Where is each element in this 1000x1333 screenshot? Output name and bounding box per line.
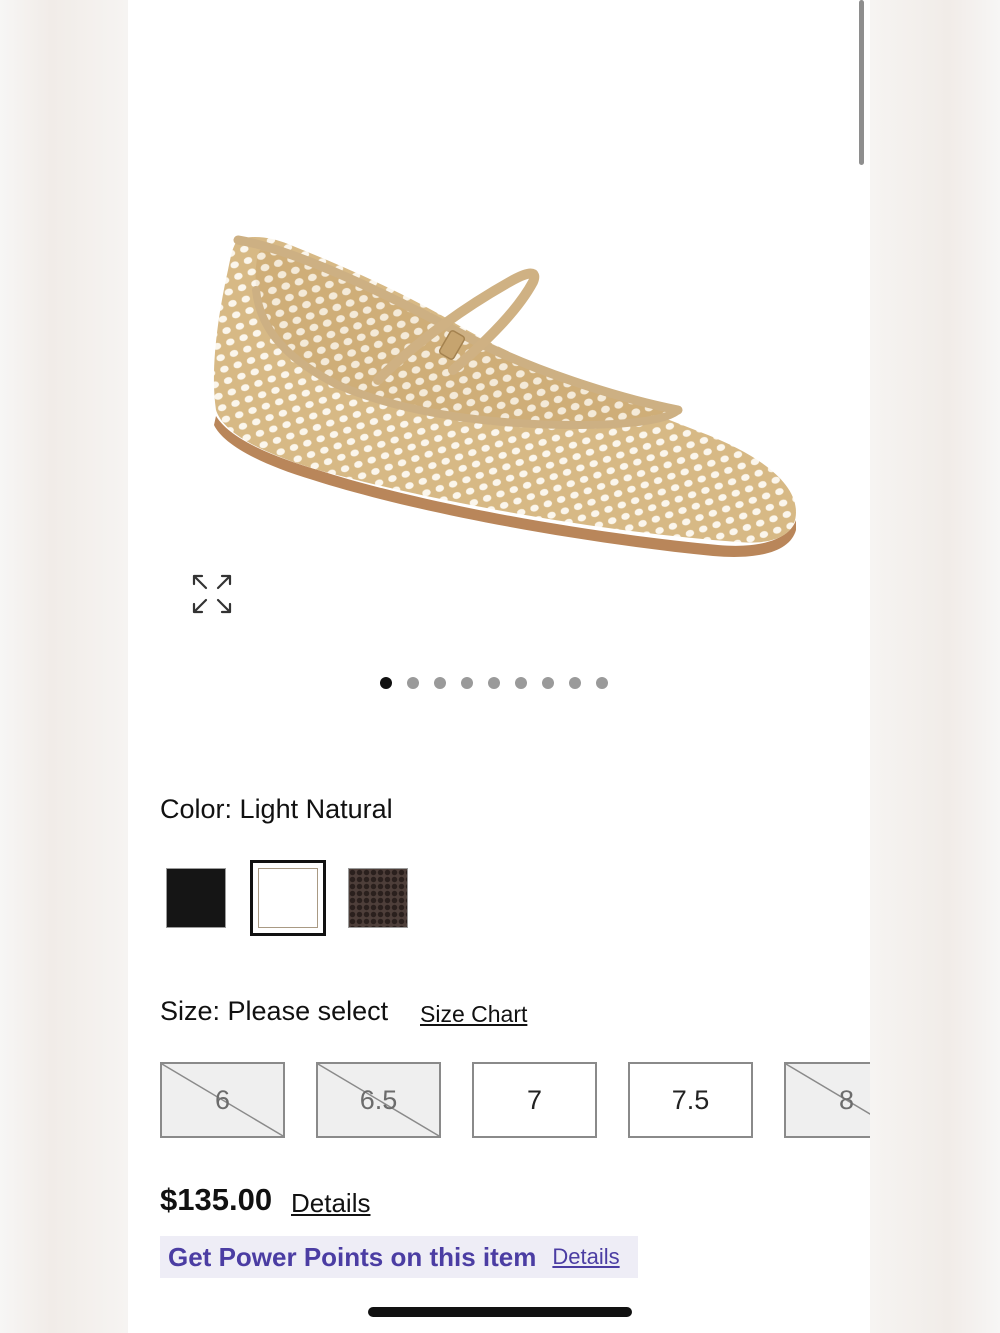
home-indicator[interactable] [368, 1307, 632, 1317]
size-value: 7.5 [671, 1084, 710, 1115]
product-price: $135.00 [160, 1182, 273, 1217]
power-points-banner: Get Power Points on this item Details [160, 1236, 638, 1278]
product-image[interactable] [198, 220, 808, 570]
size-value: 7 [526, 1084, 543, 1115]
size-option-7[interactable]: 7 [472, 1062, 597, 1138]
carousel-dot[interactable] [380, 677, 392, 689]
carousel-dot[interactable] [542, 677, 554, 689]
carousel-dot[interactable] [407, 677, 419, 689]
image-carousel-dots [380, 677, 608, 689]
color-label-row: Color: Light Natural [160, 794, 393, 825]
carousel-dot[interactable] [596, 677, 608, 689]
power-points-text: Get Power Points on this item [168, 1241, 537, 1272]
size-option-6[interactable]: 6 [160, 1062, 285, 1138]
price-details-link[interactable]: Details [291, 1188, 370, 1219]
scrollbar[interactable] [859, 0, 864, 165]
carousel-dot[interactable] [569, 677, 581, 689]
size-value: 8 [838, 1084, 855, 1115]
product-page: Color: Light Natural Size: Please select… [128, 0, 870, 1333]
background-right [870, 0, 1000, 1333]
carousel-dot[interactable] [434, 677, 446, 689]
size-label: Size: Please select [160, 996, 389, 1026]
swatch-light-natural[interactable] [250, 860, 326, 936]
carousel-dot[interactable] [488, 677, 500, 689]
color-selected-value: Light Natural [239, 794, 393, 824]
background-left [0, 0, 128, 1333]
swatch-brown[interactable] [348, 868, 408, 928]
swatch-light-natural-fill [258, 868, 318, 928]
carousel-dot[interactable] [515, 677, 527, 689]
size-option-6-5[interactable]: 6.5 [316, 1062, 441, 1138]
power-points-details-link[interactable]: Details [552, 1244, 619, 1270]
carousel-dot[interactable] [461, 677, 473, 689]
size-option-7-5[interactable]: 7.5 [628, 1062, 753, 1138]
size-chart-link[interactable]: Size Chart [420, 1001, 527, 1028]
size-value: 6 [214, 1084, 231, 1115]
color-label: Color: [160, 794, 233, 824]
size-value: 6.5 [359, 1084, 398, 1115]
expand-icon[interactable] [190, 572, 234, 616]
size-option-8[interactable]: 8 [784, 1062, 870, 1138]
swatch-black[interactable] [166, 868, 226, 928]
